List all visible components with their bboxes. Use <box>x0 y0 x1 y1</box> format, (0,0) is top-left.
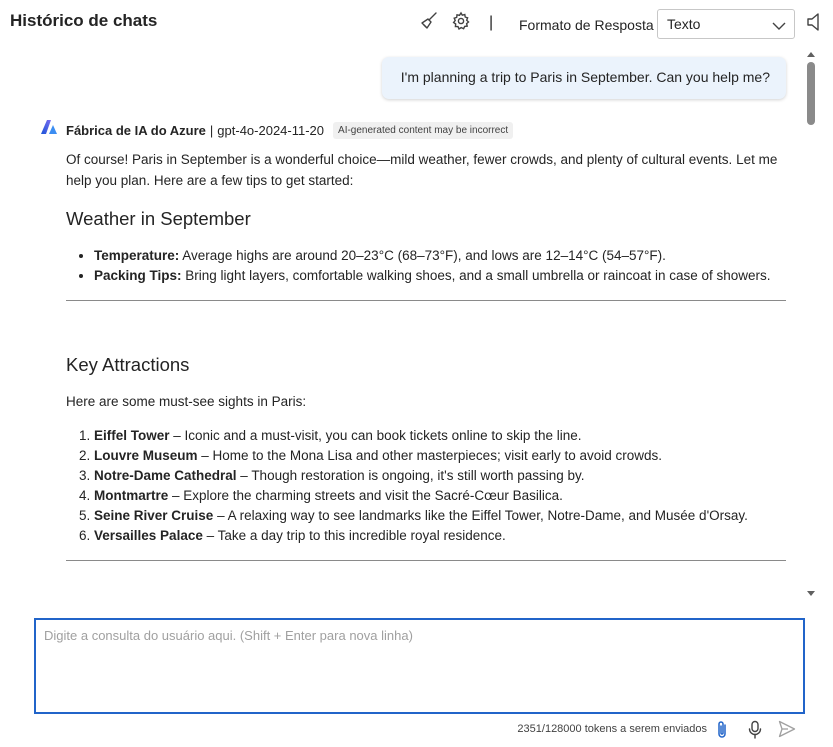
input-footer: 2351/128000 tokens a serem enviados <box>0 718 800 740</box>
list-item: Temperature: Average highs are around 20… <box>94 246 786 266</box>
ai-disclaimer-badge: AI-generated content may be incorrect <box>333 122 514 139</box>
list-item: Seine River Cruise – A relaxing way to s… <box>94 506 786 526</box>
divider <box>66 300 786 301</box>
list-item: Notre-Dame Cathedral – Though restoratio… <box>94 466 786 486</box>
ai-intro-text: Of course! Paris in September is a wonde… <box>66 152 778 188</box>
chat-header: Histórico de chats | Formato de Resposta… <box>0 0 833 48</box>
gear-icon[interactable] <box>450 10 472 32</box>
chat-scrollbar[interactable] <box>805 48 817 603</box>
list-item: Packing Tips: Bring light layers, comfor… <box>94 266 786 286</box>
response-format-label: Formato de Resposta <box>519 17 654 33</box>
user-message-text: I'm planning a trip to Paris in Septembe… <box>400 69 770 85</box>
user-message-bubble: I'm planning a trip to Paris in Septembe… <box>381 57 786 99</box>
query-input[interactable] <box>44 628 784 698</box>
section-heading-weather: Weather in September <box>66 208 251 229</box>
attractions-intro: Here are some must-see sights in Paris: <box>66 394 307 409</box>
send-icon[interactable] <box>778 720 796 743</box>
divider <box>66 560 786 561</box>
section-heading-attractions: Key Attractions <box>66 354 190 375</box>
header-separator: | <box>489 14 494 31</box>
ai-provider-name: Fábrica de IA do Azure <box>66 123 206 138</box>
page-title: Histórico de chats <box>10 11 158 30</box>
broom-icon[interactable] <box>418 10 440 32</box>
attractions-list: Eiffel Tower – Iconic and a must-visit, … <box>66 426 786 546</box>
microphone-icon[interactable] <box>748 720 762 745</box>
ai-model-name: gpt-4o-2024-11-20 <box>217 123 325 138</box>
token-counter: 2351/128000 tokens a serem enviados <box>517 723 707 735</box>
chat-messages[interactable]: I'm planning a trip to Paris in Septembe… <box>0 48 805 603</box>
list-item: Louvre Museum – Home to the Mona Lisa an… <box>94 446 786 466</box>
weather-list: Temperature: Average highs are around 20… <box>66 246 786 286</box>
scroll-thumb[interactable] <box>807 62 815 125</box>
response-format-value: Texto <box>667 16 701 32</box>
scroll-down-icon[interactable] <box>807 591 815 596</box>
scroll-up-icon[interactable] <box>807 52 815 57</box>
list-item: Montmartre – Explore the charming street… <box>94 486 786 506</box>
speaker-icon[interactable] <box>807 13 821 36</box>
paperclip-icon[interactable] <box>715 720 729 745</box>
azure-ai-logo-icon <box>40 119 58 140</box>
ai-message-header: Fábrica de IA do Azure | gpt-4o-2024-11-… <box>66 122 514 139</box>
list-item: Versailles Palace – Take a day trip to t… <box>94 526 786 546</box>
query-input-container[interactable] <box>34 618 805 714</box>
chevron-down-icon <box>772 18 786 34</box>
ai-header-separator: | <box>209 123 214 138</box>
list-item: Eiffel Tower – Iconic and a must-visit, … <box>94 426 786 446</box>
response-format-select[interactable]: Texto <box>657 9 795 39</box>
